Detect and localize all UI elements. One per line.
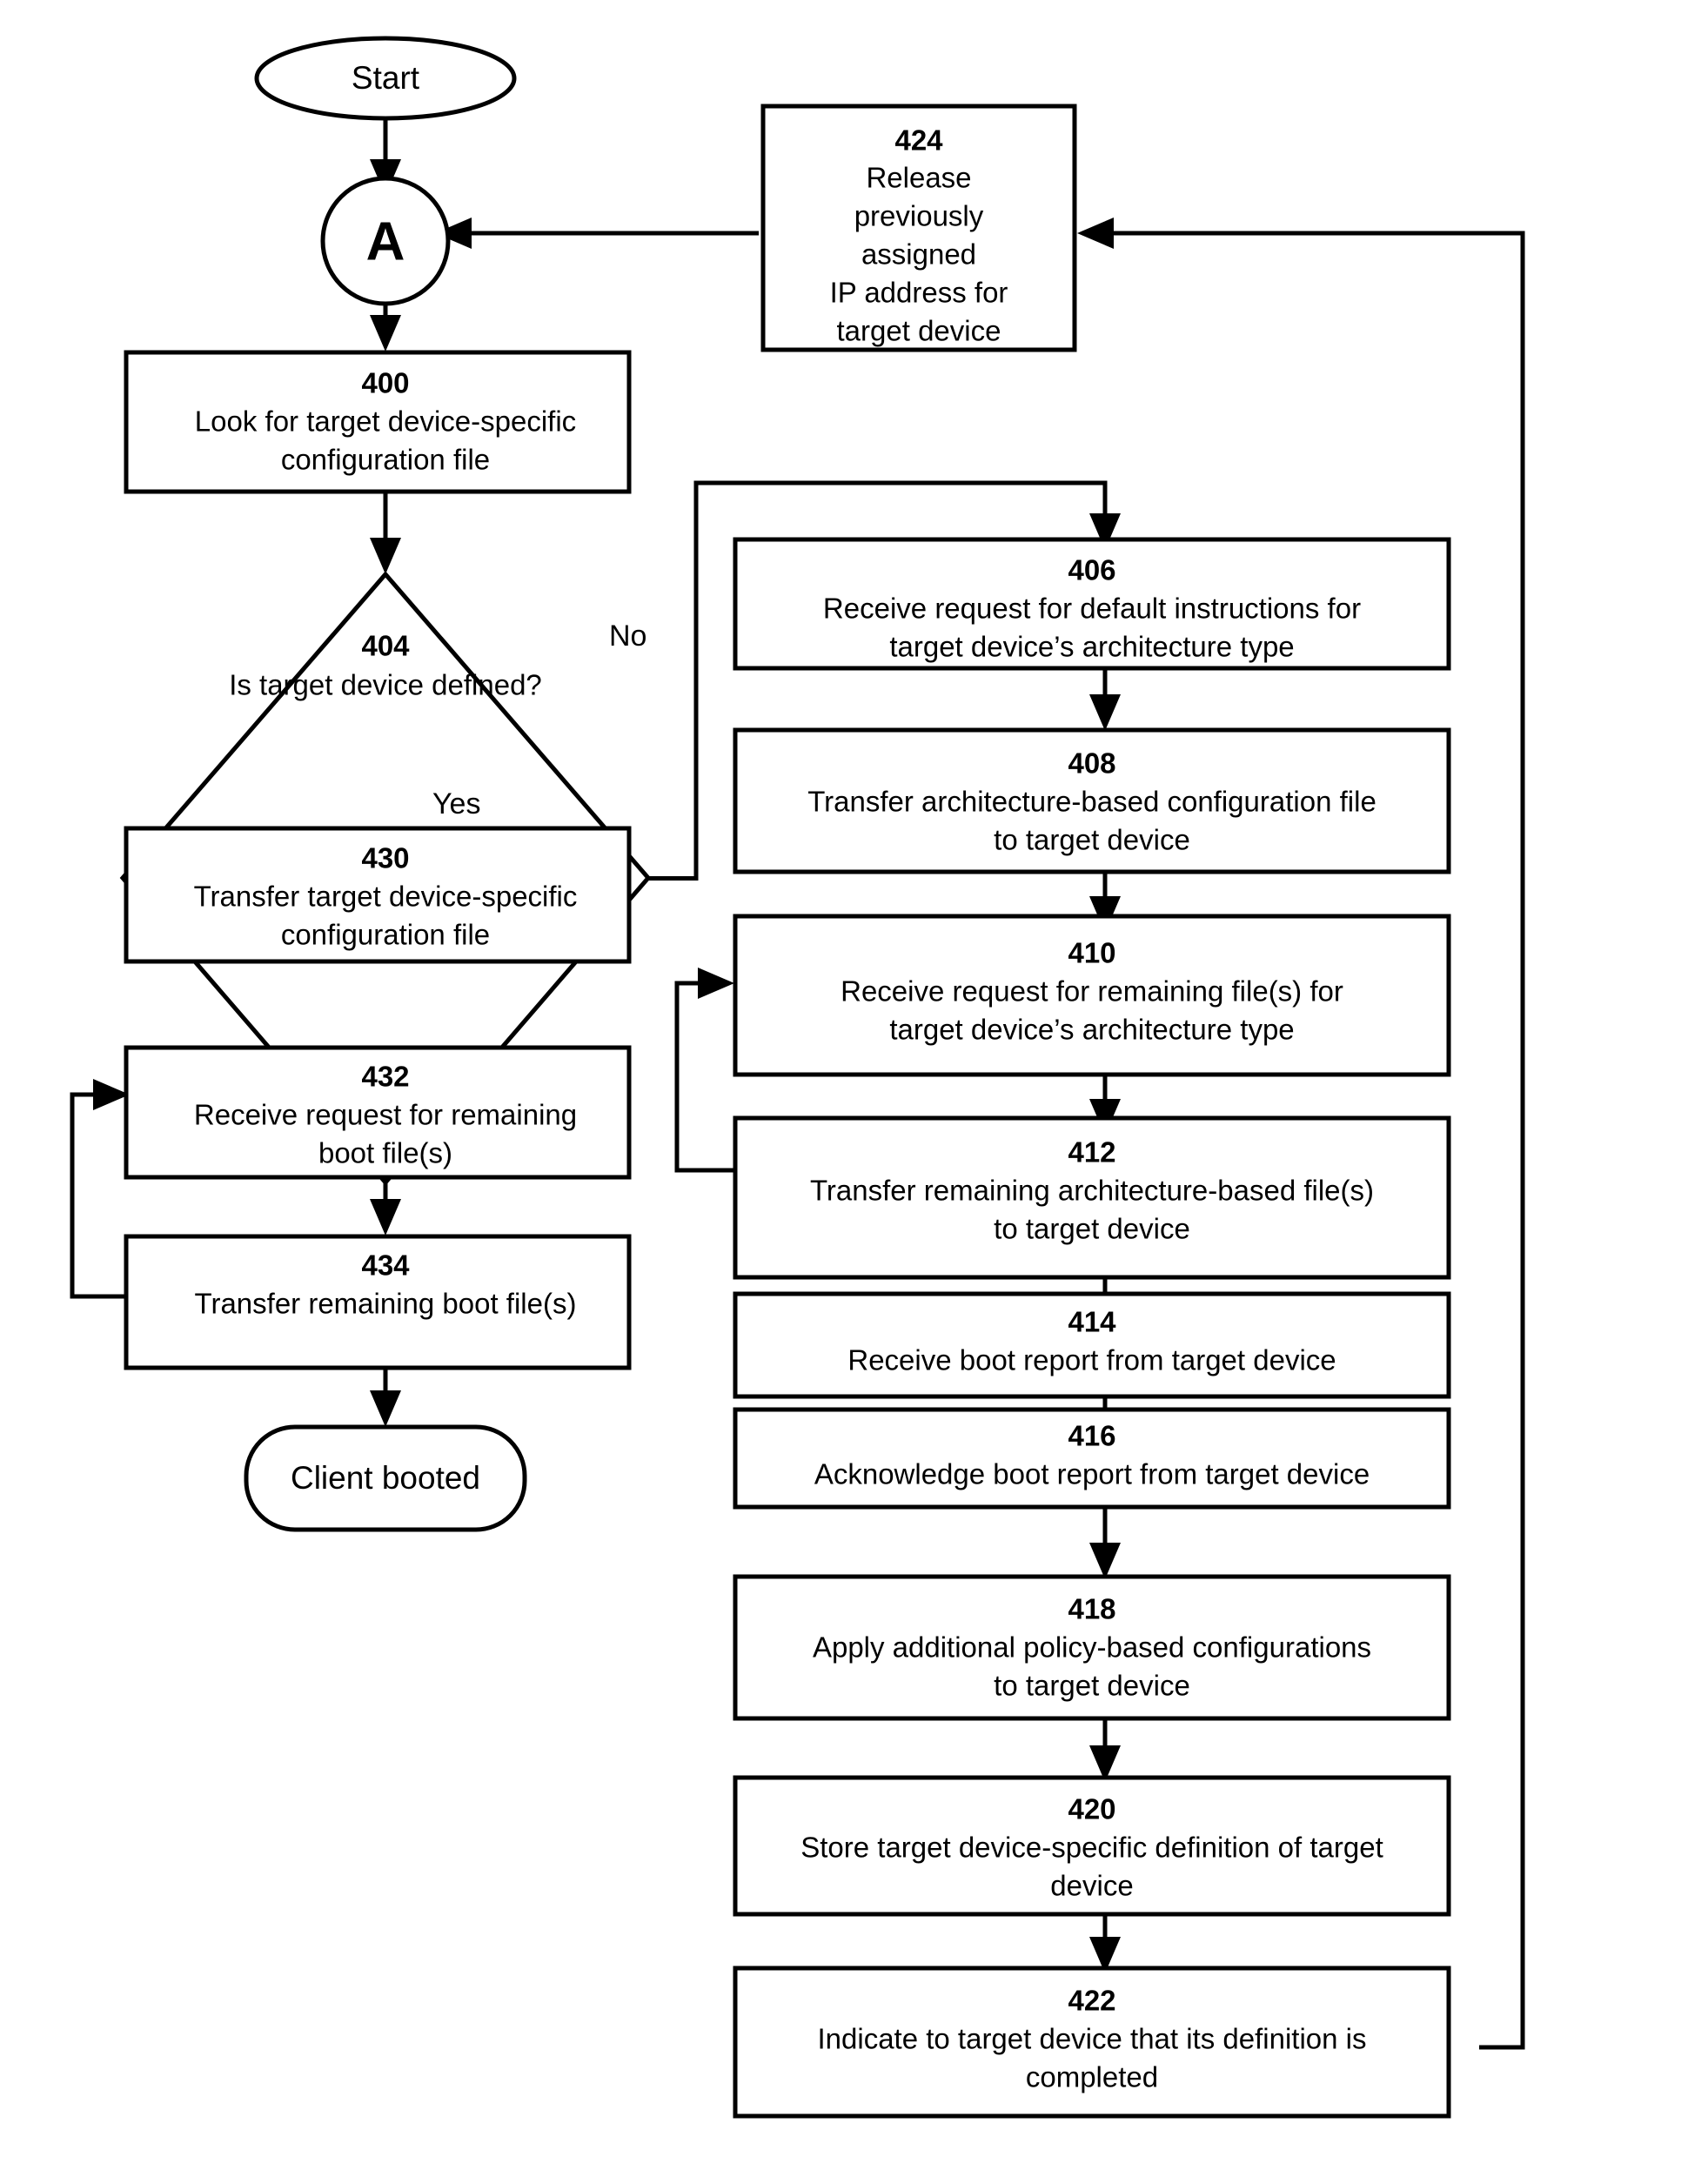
box-434-number: 434 [361, 1249, 410, 1282]
box-408-line-1: Transfer architecture-based configuratio… [807, 786, 1376, 818]
process-box-424: 424 Release previously assigned IP addre… [760, 104, 1077, 352]
box-410-line-2: target device’s architecture type [889, 1014, 1294, 1046]
process-box-410: 410 Receive request for remaining file(s… [733, 914, 1451, 1077]
terminal-end-label: Client booted [291, 1460, 480, 1496]
process-box-400: 400 Look for target device-specific conf… [124, 350, 632, 494]
box-412-line-1: Transfer remaining architecture-based fi… [810, 1175, 1374, 1207]
box-416-number: 416 [1068, 1420, 1115, 1452]
box-434-line-1: Transfer remaining boot file(s) [195, 1288, 577, 1320]
box-424-number: 424 [894, 124, 943, 157]
box-400-line-2: configuration file [281, 444, 490, 476]
process-box-406: 406 Receive request for default instruct… [733, 537, 1451, 671]
box-424-line-3: assigned [861, 238, 976, 271]
box-414-number: 414 [1068, 1306, 1116, 1338]
process-box-422: 422 Indicate to target device that its d… [733, 1966, 1451, 2119]
flowchart-canvas: Start A 424 Release previously assigned … [70, 36, 1525, 2119]
box-432-line-1: Receive request for remaining [194, 1099, 577, 1131]
edge-420-to-422 [1089, 1914, 1121, 1973]
box-408-number: 408 [1068, 747, 1115, 780]
box-412-number: 412 [1068, 1136, 1115, 1169]
box-420-line-2: device [1050, 1870, 1133, 1902]
box-430-number: 430 [361, 842, 409, 874]
edge-434-to-end [370, 1368, 401, 1427]
box-418-line-1: Apply additional policy-based configurat… [813, 1631, 1371, 1664]
box-410-line-1: Receive request for remaining file(s) fo… [841, 975, 1343, 1008]
process-box-432: 432 Receive request for remaining boot f… [124, 1045, 632, 1180]
process-box-420: 420 Store target device-specific definit… [733, 1775, 1451, 1917]
box-416-line-1: Acknowledge boot report from target devi… [814, 1458, 1370, 1490]
box-430-line-2: configuration file [281, 919, 490, 951]
decision-404-number: 404 [361, 630, 410, 662]
box-418-line-2: to target device [994, 1670, 1190, 1702]
edge-434-to-432-loop [70, 1079, 130, 1299]
process-box-414: 414 Receive boot report from target devi… [733, 1291, 1451, 1399]
box-406-line-1: Receive request for default instructions… [823, 593, 1361, 625]
box-410-number: 410 [1068, 937, 1115, 969]
process-box-430: 430 Transfer target device-specific conf… [124, 826, 632, 964]
process-box-408: 408 Transfer architecture-based configur… [733, 727, 1451, 874]
box-400-line-1: Look for target device-specific [195, 405, 576, 438]
process-box-434: 434 Transfer remaining boot file(s) [124, 1234, 632, 1370]
connector-a-label: A [366, 211, 405, 271]
box-422-line-2: completed [1026, 2061, 1158, 2093]
decision-404-question: Is target device defined? [229, 669, 542, 701]
flowchart-page: Start A 424 Release previously assigned … [0, 0, 1708, 2170]
box-400-number: 400 [361, 367, 409, 399]
edge-424-to-a [435, 218, 759, 249]
box-412-line-2: to target device [994, 1213, 1190, 1245]
branch-label-yes: Yes [432, 787, 480, 820]
connector-a: A [320, 176, 451, 306]
box-414-line-1: Receive boot report from target device [847, 1344, 1336, 1376]
box-418-number: 418 [1068, 1593, 1115, 1625]
box-424-line-4: IP address for [830, 277, 1008, 309]
edge-416-to-418 [1089, 1507, 1121, 1579]
edge-400-to-404 [370, 492, 401, 574]
box-422-line-1: Indicate to target device that its defin… [817, 2023, 1366, 2055]
process-box-416: 416 Acknowledge boot report from target … [733, 1407, 1451, 1510]
box-430-line-1: Transfer target device-specific [194, 881, 578, 913]
box-420-line-1: Store target device-specific definition … [800, 1832, 1383, 1864]
box-424-line-2: previously [854, 200, 984, 232]
edge-432-to-434 [370, 1177, 401, 1236]
box-406-number: 406 [1068, 554, 1115, 586]
process-box-418: 418 Apply additional policy-based config… [733, 1574, 1451, 1721]
box-432-number: 432 [361, 1061, 409, 1093]
terminal-start-label: Start [352, 60, 420, 96]
box-420-number: 420 [1068, 1793, 1115, 1825]
branch-label-no: No [609, 620, 646, 653]
box-408-line-2: to target device [994, 824, 1190, 856]
box-432-line-2: boot file(s) [318, 1137, 452, 1169]
edge-406-to-408 [1089, 668, 1121, 731]
box-406-line-2: target device’s architecture type [889, 631, 1294, 663]
process-box-412: 412 Transfer remaining architecture-base… [733, 1115, 1451, 1280]
box-424-line-5: target device [837, 315, 1001, 347]
box-422-number: 422 [1068, 1985, 1115, 2017]
terminal-start: Start [254, 36, 517, 121]
terminal-client-booted: Client booted [244, 1424, 527, 1532]
box-424-line-1: Release [866, 162, 971, 194]
edge-412-to-410-loop [674, 968, 735, 1173]
edge-418-to-420 [1089, 1718, 1121, 1782]
